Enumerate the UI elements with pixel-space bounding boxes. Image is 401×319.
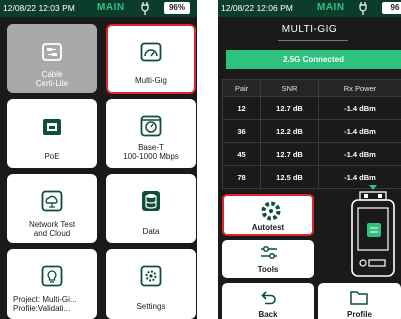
data-tile[interactable]: Data — [106, 174, 196, 243]
multi-gig-screen: 12/08/22 12:06 PM MAIN 96 MULTI-GIG 2.5G… — [218, 0, 401, 319]
connection-status-banner: 2.5G Connected — [226, 50, 401, 69]
table-row: 45 12.7 dB -1.4 dBm — [222, 142, 401, 166]
folder-icon — [350, 291, 368, 305]
status-bar: 12/08/22 12:03 PM MAIN 96% — [0, 0, 197, 17]
gauge-icon — [140, 42, 162, 62]
lightbulb-icon — [41, 265, 63, 287]
sliders-icon — [261, 245, 277, 260]
table-header-row: Pair SNR Rx Power — [222, 79, 401, 97]
tile-label: Cable Certi-Lite — [35, 70, 69, 88]
battery-indicator: 96% — [164, 2, 190, 14]
title-divider — [278, 40, 348, 41]
poe-tile[interactable]: PoE — [7, 99, 97, 168]
pair-cell: 78 — [222, 165, 261, 189]
tile-label: Settings — [136, 302, 166, 311]
tile-label: Multi-Gig — [134, 76, 167, 85]
rx-power-cell: -1.4 dBm — [318, 119, 401, 143]
page-title: MULTI-GIG — [281, 24, 338, 35]
tester-device-icon — [351, 185, 395, 277]
battery-indicator: 96 — [382, 2, 401, 14]
back-label: Back — [258, 310, 278, 319]
autotest-icon — [261, 201, 281, 221]
table-row: 12 12.7 dB -1.4 dBm — [222, 96, 401, 120]
tools-button[interactable]: Tools — [222, 240, 314, 278]
network-test-cloud-tile[interactable]: Network Test and Cloud — [7, 174, 97, 243]
rx-power-cell: -1.4 dBm — [318, 96, 401, 120]
column-header: Rx Power — [318, 79, 401, 97]
tile-label: Data — [142, 227, 160, 236]
ethernet-port-icon — [43, 119, 61, 135]
main-menu-screen: 12/08/22 12:03 PM MAIN 96% Cable Certi-L… — [0, 0, 197, 319]
cable-icon — [42, 43, 62, 61]
settings-tile[interactable]: Settings — [106, 249, 196, 319]
tile-label: Network Test and Cloud — [28, 220, 76, 238]
status-time: 12/08/22 12:03 PM — [3, 3, 75, 13]
snr-cell: 12.2 dB — [260, 119, 319, 143]
rx-power-cell: -1.4 dBm — [318, 142, 401, 166]
back-arrow-icon — [261, 291, 276, 305]
status-title: MAIN — [97, 2, 125, 13]
status-bar: 12/08/22 12:06 PM MAIN 96 — [218, 0, 401, 17]
profile-label: Profile — [347, 310, 372, 319]
snr-cell: 12.7 dB — [260, 142, 319, 166]
pair-cell: 36 — [222, 119, 261, 143]
autotest-button[interactable]: Autotest — [222, 194, 314, 236]
status-title: MAIN — [317, 2, 345, 13]
column-header: SNR — [260, 79, 319, 97]
cloud-network-icon — [41, 190, 63, 212]
column-header: Pair — [222, 79, 261, 97]
pair-cell: 45 — [222, 142, 261, 166]
snr-cell: 12.5 dB — [260, 165, 319, 189]
tile-label: Project: Multi-Gi... Profile:Validati... — [13, 295, 77, 313]
speedometer-icon — [140, 115, 162, 137]
tile-label: PoE — [44, 152, 60, 161]
tile-label: Base-T 100-1000 Mbps — [123, 143, 179, 161]
cable-certi-lite-tile[interactable]: Cable Certi-Lite — [7, 24, 97, 93]
profile-button[interactable]: Profile — [318, 283, 401, 319]
gear-icon — [140, 265, 162, 287]
status-time: 12/08/22 12:06 PM — [221, 3, 293, 13]
base-t-tile[interactable]: Base-T 100-1000 Mbps — [106, 99, 196, 168]
measurement-table: Pair SNR Rx Power 12 12.7 dB -1.4 dBm 36… — [222, 79, 401, 189]
autotest-label: Autotest — [251, 223, 285, 232]
snr-cell: 12.7 dB — [260, 96, 319, 120]
plug-icon — [359, 2, 367, 15]
table-row: 36 12.2 dB -1.4 dBm — [222, 119, 401, 143]
database-icon — [142, 191, 160, 211]
back-button[interactable]: Back — [222, 283, 314, 319]
pair-cell: 12 — [222, 96, 261, 120]
multi-gig-tile[interactable]: Multi-Gig — [106, 24, 196, 94]
plug-icon — [141, 2, 149, 15]
tools-label: Tools — [257, 265, 279, 274]
project-profile-tile[interactable]: Project: Multi-Gi... Profile:Validati... — [7, 249, 97, 319]
